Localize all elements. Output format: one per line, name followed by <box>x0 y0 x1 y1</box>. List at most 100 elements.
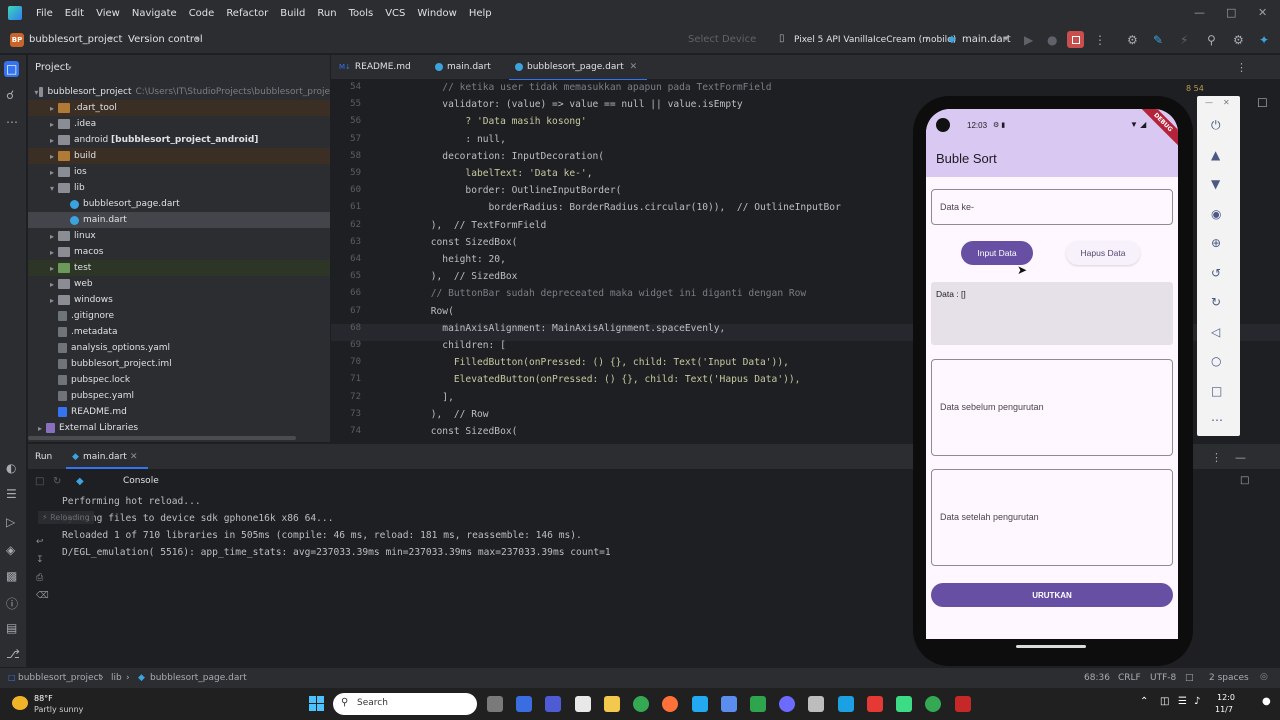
task-view-icon[interactable] <box>487 696 503 712</box>
app-icon[interactable] <box>779 696 795 712</box>
tree-root[interactable]: ▾ bubblesort_project C:\Users\IT\StudioP… <box>28 84 330 100</box>
minimize-panel-icon[interactable]: — <box>1235 451 1246 464</box>
data-input-field[interactable]: Data ke- <box>931 189 1173 225</box>
stop-button[interactable] <box>1067 31 1084 48</box>
clock-date[interactable]: 11/7 <box>1215 705 1233 714</box>
tree-item[interactable]: analysis_options.yaml <box>28 340 330 356</box>
menu-run[interactable]: Run <box>311 8 342 19</box>
terminal-icon[interactable]: ▤ <box>6 621 17 635</box>
zoom-icon[interactable]: ⊕ <box>1211 236 1221 250</box>
notifications-icon[interactable]: ☐ <box>1257 96 1268 110</box>
tree-item[interactable]: ▸ macos <box>28 244 330 260</box>
rerun-icon[interactable]: ↻ <box>53 476 61 487</box>
memory-icon[interactable]: ◎ <box>1260 672 1268 682</box>
menu-edit[interactable]: Edit <box>59 8 90 19</box>
stop-icon[interactable]: □ <box>35 476 44 487</box>
tree-item[interactable]: bubblesort_page.dart <box>28 196 330 212</box>
back-icon[interactable]: ◁ <box>1211 325 1220 339</box>
notification-icon[interactable]: ● <box>1262 696 1271 707</box>
menu-help[interactable]: Help <box>463 8 498 19</box>
run-tab-main[interactable]: main.dart <box>83 452 127 462</box>
horizontal-scrollbar[interactable] <box>28 436 296 440</box>
wifi-icon[interactable]: ☰ <box>1178 696 1187 707</box>
file-encoding[interactable]: UTF-8 <box>1150 673 1176 683</box>
taskbar-search[interactable]: ⚲ Search <box>333 693 477 715</box>
volume-icon[interactable]: ♪ <box>1194 696 1200 707</box>
urutkan-button[interactable]: URUTKAN <box>931 583 1173 607</box>
select-device[interactable]: Select Device <box>688 34 756 45</box>
problems-icon[interactable]: ⓘ <box>6 595 18 612</box>
settings-icon[interactable]: ⚙ <box>1233 33 1244 47</box>
maximize-icon[interactable]: □ <box>1226 6 1236 19</box>
tab-bubblesort-page[interactable]: bubblesort_page.dart ✕ <box>508 62 648 81</box>
run-tool-icon[interactable]: ▷ <box>6 515 15 529</box>
device-selector[interactable]: Pixel 5 API VanillaIceCream (mobile) <box>794 35 956 45</box>
tab-main-dart[interactable]: main.dart <box>435 62 491 72</box>
hapus-data-button[interactable]: Hapus Data <box>1066 241 1140 265</box>
pdf-icon[interactable] <box>867 696 883 712</box>
tree-item[interactable]: ▸ windows <box>28 292 330 308</box>
more-tools-icon[interactable]: ⋯ <box>6 115 18 129</box>
rotate-right-icon[interactable]: ↻ <box>1211 295 1221 309</box>
app-icon[interactable] <box>750 696 766 712</box>
close-icon[interactable]: ✕ <box>130 452 138 462</box>
gemini-icon[interactable]: ✦ <box>1259 33 1269 47</box>
volume-up-icon[interactable]: ▲ <box>1211 148 1220 162</box>
debug-icon[interactable]: ● <box>1047 33 1057 47</box>
close-icon[interactable]: ✕ <box>1223 98 1230 107</box>
menu-view[interactable]: View <box>90 8 126 19</box>
breadcrumb-file[interactable]: bubblesort_page.dart <box>150 673 247 683</box>
tree-item[interactable]: .metadata <box>28 324 330 340</box>
tree-item[interactable]: ▸ build <box>28 148 330 164</box>
rotate-left-icon[interactable]: ↺ <box>1211 266 1221 280</box>
notepad-icon[interactable] <box>838 696 854 712</box>
tree-item[interactable]: pubspec.yaml <box>28 388 330 404</box>
menu-window[interactable]: Window <box>411 8 462 19</box>
menu-build[interactable]: Build <box>274 8 311 19</box>
start-icon[interactable] <box>309 696 324 711</box>
tree-item[interactable]: bubblesort_project.iml <box>28 356 330 372</box>
tree-item[interactable]: ▸ web <box>28 276 330 292</box>
indent-setting[interactable]: 2 spaces <box>1209 673 1249 683</box>
copilot-icon[interactable] <box>516 696 532 712</box>
clock-time[interactable]: 12:0 <box>1217 693 1235 702</box>
input-data-button[interactable]: Input Data <box>961 241 1033 265</box>
print-icon[interactable]: ⎙ <box>36 573 43 583</box>
run-title[interactable]: Run <box>35 452 52 462</box>
project-tool-icon[interactable]: □ <box>4 61 20 77</box>
project-panel-title[interactable]: Project <box>35 62 69 73</box>
home-icon[interactable]: ○ <box>1211 354 1221 368</box>
git-icon[interactable]: ⎇ <box>6 647 20 661</box>
chrome-icon[interactable] <box>633 696 649 712</box>
tree-item[interactable]: ▸ linux <box>28 228 330 244</box>
tree-item[interactable]: ▸ android [bubblesort_project_android] <box>28 132 330 148</box>
layers-icon[interactable]: ☰ <box>6 487 17 501</box>
tree-item-selected[interactable]: main.dart <box>28 212 330 228</box>
vcs-menu[interactable]: Version control <box>128 34 203 45</box>
minimize-icon[interactable]: — <box>1205 98 1213 107</box>
tab-readme[interactable]: M↓ README.md <box>339 62 411 72</box>
breadcrumb-lib[interactable]: lib <box>111 673 122 683</box>
hot-reload-icon[interactable]: ⚡ <box>1180 33 1188 47</box>
gesture-bar[interactable] <box>1016 645 1086 648</box>
minimize-icon[interactable]: — <box>1194 6 1205 19</box>
app-icon[interactable] <box>721 696 737 712</box>
menu-file[interactable]: File <box>30 8 59 19</box>
more-icon[interactable]: ⋯ <box>1211 413 1223 427</box>
overview-icon[interactable]: □ <box>1211 384 1222 398</box>
breadcrumb-project[interactable]: bubblesort_project <box>18 673 102 683</box>
vscode-icon[interactable] <box>692 696 708 712</box>
search-icon[interactable]: ⚲ <box>1207 33 1216 47</box>
camera-icon[interactable]: ◉ <box>1211 207 1221 221</box>
tree-item[interactable]: ▸ .idea <box>28 116 330 132</box>
android-studio-icon[interactable] <box>896 696 912 712</box>
menu-tools[interactable]: Tools <box>343 8 380 19</box>
store-icon[interactable] <box>575 696 591 712</box>
tree-item[interactable]: ▸ .dart_tool <box>28 100 330 116</box>
app-icon[interactable] <box>955 696 971 712</box>
tree-item[interactable]: ▸ test <box>28 260 330 276</box>
tree-item[interactable]: README.md <box>28 404 330 420</box>
tree-item[interactable]: ▸ ios <box>28 164 330 180</box>
project-badge[interactable]: BP <box>10 33 24 47</box>
inspection-widget[interactable]: 8 54 <box>1186 84 1204 93</box>
